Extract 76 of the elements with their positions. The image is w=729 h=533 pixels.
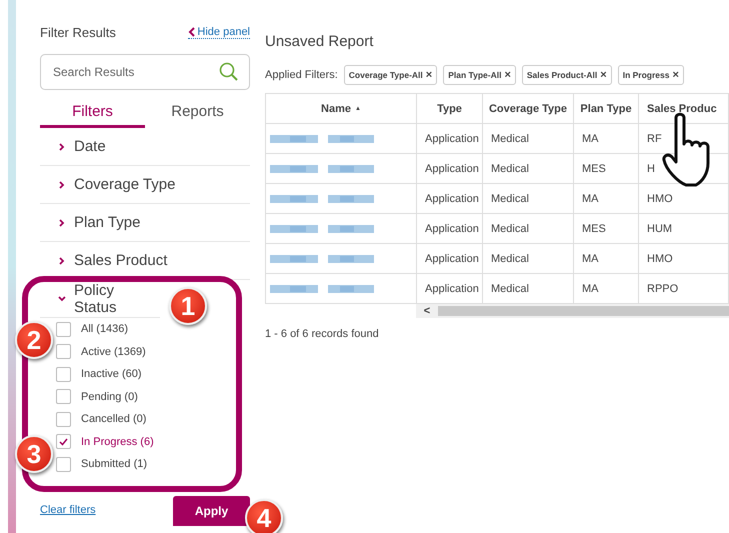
column-label: Plan Type [580, 102, 632, 114]
tab[interactable]: Filters [40, 98, 145, 128]
column-header[interactable]: Coverage Type [483, 94, 574, 124]
search-field[interactable]: Search Results [40, 54, 250, 90]
table-cell: MES [574, 154, 639, 184]
checkbox[interactable] [56, 366, 71, 382]
chip-label: Coverage Type-All [348, 70, 423, 80]
applied-filters-label: Applied Filters: [265, 69, 338, 81]
checkbox-label: Inactive (60) [81, 368, 142, 380]
checkbox-label: In Progress (6) [81, 436, 154, 448]
table-cell: MES [574, 214, 639, 244]
table-cell: Medical [483, 124, 574, 154]
remove-chip-button[interactable]: × [426, 69, 432, 81]
section-label: Coverage Type [74, 176, 176, 193]
table-cell: Application [417, 124, 483, 154]
checkbox-label: Submitted (1) [81, 458, 148, 470]
filter-section-header[interactable]: Sales Product [40, 242, 250, 280]
table-cell: Medical [483, 244, 574, 274]
checkbox-label: Cancelled (0) [81, 413, 146, 426]
checkbox[interactable] [56, 389, 71, 404]
checkbox[interactable] [56, 322, 71, 337]
remove-chip-button[interactable]: × [600, 69, 607, 81]
apply-button[interactable]: Apply [173, 496, 250, 526]
search-icon [219, 62, 239, 82]
report-title: Unsaved Report [265, 33, 374, 50]
horizontal-scrollbar[interactable]: < [416, 304, 729, 318]
tab[interactable]: Reports [145, 98, 250, 128]
checkbox[interactable] [56, 344, 71, 360]
step-number-badge: 4 [245, 499, 283, 533]
chevron-left-icon [188, 26, 196, 36]
section-label: Plan Type [74, 214, 140, 231]
hide-panel-link[interactable]: Hide panel [188, 26, 250, 38]
column-label: Type [437, 102, 462, 114]
column-label: Coverage Type [488, 102, 568, 114]
filter-section-header[interactable]: Date [40, 128, 250, 166]
checkbox-label: Pending (0) [81, 390, 138, 403]
checkbox[interactable] [56, 412, 71, 427]
panel-title: Filter Results [40, 24, 116, 40]
table-cell: Application [417, 214, 483, 244]
column-header[interactable]: Type [417, 94, 483, 124]
filter-section-header[interactable]: Policy Status [40, 280, 160, 318]
step-number-badge: 1 [169, 287, 207, 325]
remove-chip-button[interactable]: × [672, 69, 679, 81]
table-cell: MA [574, 124, 639, 154]
records-count: 1 - 6 of 6 records found [265, 328, 380, 340]
table-cell: MA [574, 244, 639, 274]
table-cell: Application [417, 154, 483, 184]
column-label: Name [321, 102, 351, 114]
table-cell: HUM [639, 214, 729, 244]
table-cell: MA [574, 184, 639, 214]
section-label: Sales Product [74, 252, 168, 269]
checkbox[interactable] [56, 434, 71, 450]
table-cell: HMO [639, 244, 729, 274]
step-number-badge: 3 [15, 435, 53, 473]
clear-filters-link[interactable]: Clear filters [40, 504, 96, 516]
filter-section-header[interactable]: Coverage Type [40, 166, 250, 204]
checkbox[interactable] [56, 456, 71, 472]
chip-label: In Progress [622, 70, 670, 80]
checkbox-label: Active (1369) [81, 346, 146, 358]
checkbox-label: All (1436) [81, 323, 128, 336]
column-header[interactable]: Plan Type [574, 94, 639, 124]
filter-section-header[interactable]: Plan Type [40, 204, 250, 242]
step-number-badge: 2 [15, 321, 53, 359]
chip-label: Plan Type-All [448, 70, 502, 80]
table-cell: Application [417, 184, 483, 214]
chip-label: Sales Product-All [526, 70, 598, 80]
table-cell: Medical [483, 214, 574, 244]
table-cell: Medical [483, 154, 574, 184]
checkmark-icon [59, 438, 68, 446]
remove-chip-button[interactable]: × [504, 69, 511, 81]
table-cell: Medical [483, 184, 574, 214]
scroll-left-button[interactable]: < [416, 305, 438, 317]
section-label: Date [74, 138, 106, 155]
section-label: Policy Status [74, 282, 118, 316]
table-cell: Application [417, 244, 483, 274]
column-label: Sales Produc [647, 102, 717, 114]
